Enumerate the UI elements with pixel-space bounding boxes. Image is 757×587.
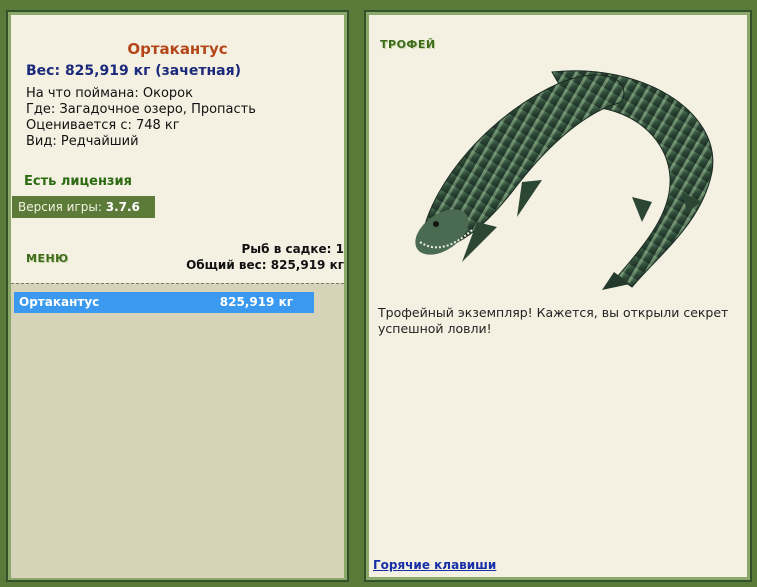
fish-name: Ортакантус bbox=[127, 40, 228, 58]
rarity-info: Вид: Редчайший bbox=[26, 134, 139, 149]
cage-item-weight: 825,919 кг bbox=[219, 295, 293, 309]
version-label: Версия игры: bbox=[18, 200, 102, 214]
fish-cage-list: Ортакантус 825,919 кг bbox=[11, 283, 344, 578]
trophy-message: Трофейный экземпляр! Кажется, вы открыли… bbox=[378, 305, 729, 336]
fish-weight: Вес: 825,919 кг (зачетная) bbox=[26, 63, 241, 79]
license-status: Есть лицензия bbox=[24, 174, 132, 189]
fish-image bbox=[415, 70, 714, 290]
menu-button[interactable]: МЕНЮ bbox=[26, 252, 69, 265]
total-weight: Общий вес: 825,919 кг bbox=[186, 258, 344, 272]
cage-stats: Рыб в садке: 1 Общий вес: 825,919 кг bbox=[186, 241, 344, 273]
version-value: 3.7.6 bbox=[105, 200, 140, 214]
version-badge: Версия игры: 3.7.6 bbox=[12, 196, 155, 218]
bait-info: На что поймана: Окорок bbox=[26, 86, 193, 101]
cage-item-name: Ортакантус bbox=[19, 295, 100, 309]
fish-count: Рыб в садке: 1 bbox=[241, 242, 345, 256]
trophy-panel: ТРОФЕЙ Трофейный экземпляр! Кажется, вы … bbox=[364, 10, 752, 582]
location-info: Где: Загадочное озеро, Пропасть bbox=[26, 102, 256, 117]
valued-info: Оценивается с: 748 кг bbox=[26, 118, 180, 133]
trophy-heading: ТРОФЕЙ bbox=[380, 38, 436, 51]
hotkeys-link[interactable]: Горячие клавиши bbox=[373, 558, 496, 572]
fish-info-panel: Ортакантус Вес: 825,919 кг (зачетная) На… bbox=[6, 10, 349, 582]
cage-list-item[interactable]: Ортакантус 825,919 кг bbox=[14, 292, 314, 313]
